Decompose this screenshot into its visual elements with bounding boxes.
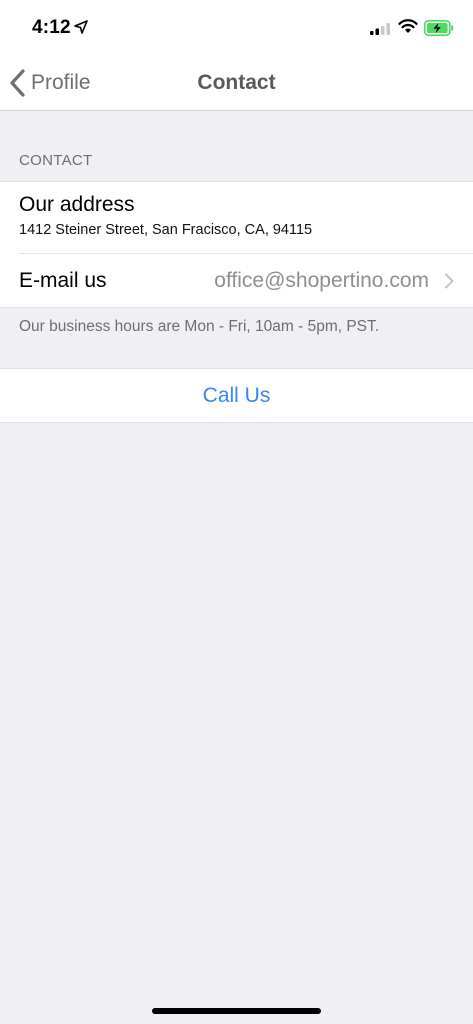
battery-charging-icon bbox=[424, 20, 454, 36]
signal-icon bbox=[370, 23, 390, 35]
navigation-bar: Profile Contact bbox=[0, 56, 473, 111]
chevron-right-icon bbox=[445, 273, 454, 289]
location-arrow-icon bbox=[74, 20, 88, 34]
call-us-button[interactable]: Call Us bbox=[0, 368, 473, 423]
business-hours-note: Our business hours are Mon - Fri, 10am -… bbox=[19, 318, 380, 335]
address-title: Our address bbox=[19, 193, 135, 216]
email-row[interactable]: E-mail us office@shopertino.com bbox=[0, 254, 473, 308]
home-indicator[interactable] bbox=[152, 1008, 321, 1014]
address-value: 1412 Steiner Street, San Fracisco, CA, 9… bbox=[19, 222, 313, 238]
status-bar: 4:12 bbox=[0, 0, 473, 56]
email-value: office@shopertino.com bbox=[214, 269, 429, 292]
status-time: 4:12 bbox=[32, 17, 71, 38]
email-label: E-mail us bbox=[19, 269, 107, 292]
call-us-label: Call Us bbox=[202, 384, 271, 407]
address-row: Our address 1412 Steiner Street, San Fra… bbox=[0, 182, 473, 253]
wifi-icon bbox=[398, 19, 418, 33]
page-title: Contact bbox=[197, 71, 276, 94]
contact-group: Our address 1412 Steiner Street, San Fra… bbox=[0, 181, 473, 308]
section-header-contact: CONTACT bbox=[19, 152, 93, 169]
